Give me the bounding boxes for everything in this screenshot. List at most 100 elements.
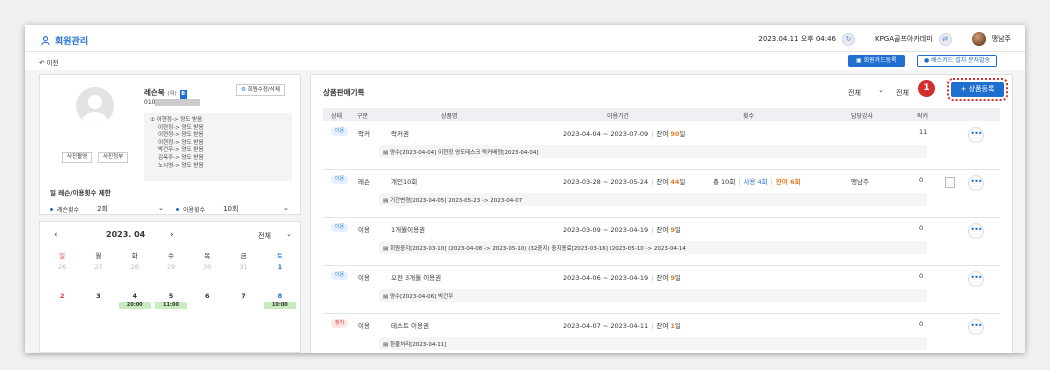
calendar-day[interactable]: 6 (189, 292, 225, 321)
next-month-icon[interactable]: › (170, 230, 174, 240)
table-row[interactable]: 이용 이용 1개월이용권 2023-03-09 ~ 2023-04-19 | 잔여 … (323, 219, 1000, 266)
sms-send-button[interactable]: ● 배스카드 설치 문자발송 (917, 55, 998, 67)
lesson-limit-dropdown-icon[interactable]: ⌄ (158, 204, 164, 212)
sales-title: 상품판매기록 (323, 88, 365, 97)
member-profile-card: 사진촬영 사진정부 레슨북 (여) B 010 ⚙ 회원수정/삭제 ① 이현정->… (39, 74, 301, 215)
row-product: 오전 3개월 이용권 (391, 274, 442, 282)
brand-title: 회원관리 (55, 37, 89, 47)
table-row[interactable]: 이용 이용 오전 3개월 이용권 2023-04-06 ~ 2023-04-19… (323, 267, 1000, 314)
contract-doc-icon[interactable] (945, 177, 955, 188)
calendar-day[interactable]: 3 (80, 292, 116, 321)
note-line: 박건우-> 양도 받음 (158, 147, 204, 154)
th-product: 상품명 (441, 113, 458, 120)
row-period: 2023-03-09 ~ 2023-04-19 | 잔여 9일 (563, 226, 681, 234)
switch-icon[interactable]: ⇄ (938, 32, 952, 46)
calendar-day[interactable]: 31 (225, 263, 261, 292)
use-limit: 이용횟수 10회 (176, 204, 238, 214)
calendar-day[interactable]: 7 (225, 292, 261, 321)
dow-sun: 일 (59, 252, 66, 260)
schedule-badge[interactable]: 20:00 (118, 302, 151, 309)
calendar-grid: 일 월 화 수 목 금 토 26 27 28 29 30 31 1 2 3 4 2… (44, 250, 298, 321)
count-used: 사용 4회 (743, 178, 768, 186)
filter-dropdown-icon[interactable]: ⌄ (286, 230, 292, 238)
lesson-value: 2회 (97, 205, 108, 213)
calendar-day[interactable]: 29 (153, 263, 189, 292)
card-icon: ▣ (856, 57, 864, 64)
period-text: 2023-04-06 ~ 2023-04-19 (563, 274, 649, 282)
member-card-register-button[interactable]: ▣ 회원카드등록 (848, 55, 905, 67)
add-product-button[interactable]: + 상품등록 (951, 82, 1004, 97)
more-options-icon[interactable]: ••• (968, 127, 984, 143)
table-row[interactable]: 이용 락커 락커권 2023-04-04 ~ 2023-07-09 | 잔여 90일… (323, 123, 1000, 170)
calendar-day-5[interactable]: 5 11:00 (153, 292, 189, 321)
lesson-label: 레슨횟수 (57, 206, 80, 214)
back-arrow-icon: ↶ (39, 59, 47, 67)
calendar-day[interactable]: 2 (44, 292, 80, 321)
status-filter[interactable]: 전체 (896, 88, 909, 98)
lesson-limit: 레슨횟수 2회 (50, 204, 108, 214)
refresh-icon[interactable]: ↻ (842, 32, 855, 46)
edit-label: 회원수정/삭제 (247, 87, 280, 93)
dow-mon: 월 (95, 252, 102, 260)
remain-prefix: 잔여 (656, 178, 671, 186)
calendar-day[interactable]: 26 (44, 263, 80, 292)
remain-suffix: 일 (674, 226, 681, 234)
use-limit-dropdown-icon[interactable]: ⌄ (283, 204, 289, 212)
period-text: 2023-04-04 ~ 2023-07-09 (563, 130, 649, 138)
calendar-day[interactable]: 30 (189, 263, 225, 292)
calendar-day-8[interactable]: 8 10:00 (262, 292, 298, 321)
phone-masked (155, 99, 201, 106)
dow-wed: 수 (167, 252, 174, 260)
more-options-icon[interactable]: ••• (968, 223, 984, 239)
row-note: ▤ 환불처리[2023-04-11] (379, 337, 927, 350)
more-options-icon[interactable]: ••• (968, 319, 984, 335)
take-photo-button[interactable]: 사진촬영 (62, 152, 93, 163)
brand[interactable]: 회원관리 (41, 34, 88, 47)
app-window: 회원관리 2023.04.11 오후 04:46 ↻ KPGA골프아카데미 ⇄ … (25, 25, 1025, 353)
prev-month-icon[interactable]: ‹ (54, 230, 58, 240)
note-line: 노시영-> 양도 받음 (158, 162, 204, 169)
calendar-filter[interactable]: 전체 (258, 231, 271, 241)
edit-member-button[interactable]: ⚙ 회원수정/삭제 (236, 84, 285, 96)
row-note: ▤ 기간변경[2023-04-05] 2023-05-23 -> 2023-04… (379, 193, 927, 206)
status-badge: 이용 (331, 271, 348, 280)
calendar-day[interactable]: 1 (262, 263, 298, 292)
table-row[interactable]: 이용 레슨 개인10회 2023-03-28 ~ 2023-05-24 | 잔여 4… (323, 171, 1000, 218)
user-name[interactable]: 맹남주 (992, 34, 1011, 44)
dow-thu: 목 (204, 252, 211, 260)
remain-suffix: 일 (679, 178, 686, 186)
calendar-day[interactable]: 28 (117, 263, 153, 292)
row-locker: 0 (919, 272, 924, 280)
row-count: 총 10회 | 사용 4회 | 잔여 6회 (713, 178, 801, 186)
datetime: 2023.04.11 오후 04:46 (758, 35, 836, 43)
type-filter-dropdown-icon[interactable]: ⌄ (878, 86, 884, 94)
row-note: ▤ 회원중지[2023-03-10] (2023-04-08 -> 2023-0… (379, 241, 927, 254)
type-filter[interactable]: 전체 (848, 88, 861, 98)
member-name: 레슨북 (여) B (144, 87, 187, 99)
row-product: 락커권 (391, 130, 409, 138)
row-period: 2023-04-07 ~ 2023-04-11 | 잔여 1일 (563, 322, 681, 330)
calendar-day-4[interactable]: 4 20:00 (117, 292, 153, 321)
row-locker: 0 (919, 176, 924, 184)
th-type: 구분 (357, 113, 369, 120)
row-note: ▤ 양수[2023-04-04] 이현정 영도테스크 락커배정[2023-04-… (379, 145, 927, 158)
table-header: 상태 구분 상품명 이용기간 횟수 담당강사 락커 (323, 108, 1000, 121)
more-options-icon[interactable]: ••• (968, 175, 984, 191)
calendar-day[interactable]: 27 (80, 263, 116, 292)
period-text: 2023-03-09 ~ 2023-04-19 (563, 226, 649, 234)
back-label: 이전 (46, 59, 59, 67)
avatar[interactable] (971, 32, 986, 46)
schedule-badge[interactable]: 10:00 (263, 302, 296, 309)
schedule-badge[interactable]: 11:00 (154, 302, 188, 309)
dow-sat: 토 (276, 252, 283, 260)
more-options-icon[interactable]: ••• (968, 271, 984, 287)
sms-btn-label: 배스카드 설치 문자발송 (931, 57, 991, 64)
note-line: 이현정-> 양도 받음 (158, 132, 204, 139)
table-row[interactable]: 정지 이용 테스트 이용권 2023-04-07 ~ 2023-04-11 | 잔여… (323, 315, 1000, 353)
photo-info-button[interactable]: 사진정부 (98, 152, 129, 163)
note-text: 회원중지[2023-03-10] (2023-04-08 -> 2023-05-… (389, 246, 686, 252)
row-locker: 0 (919, 320, 924, 328)
document-icon: ▤ (383, 294, 390, 300)
back-button[interactable]: ↶ 이전 (39, 57, 58, 67)
gear-icon: ⚙ (241, 87, 246, 93)
